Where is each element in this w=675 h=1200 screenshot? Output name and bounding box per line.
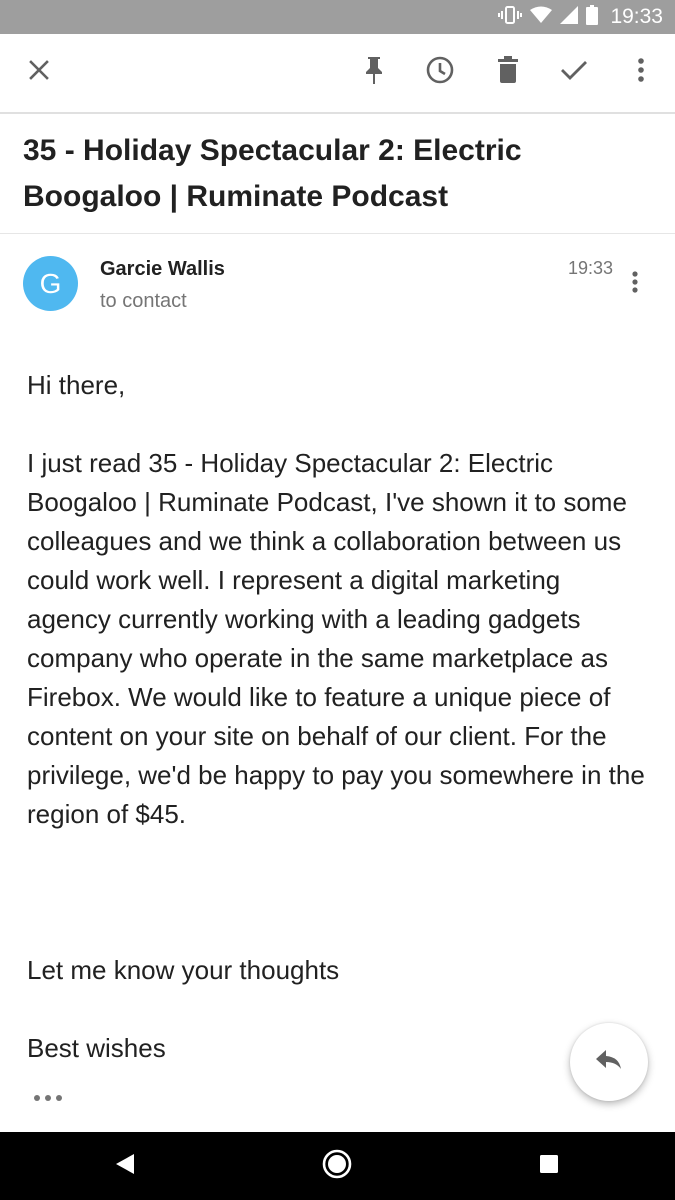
recents-button[interactable] <box>525 1142 573 1190</box>
message-time: 19:33 <box>568 258 614 278</box>
pin-button[interactable] <box>350 48 398 96</box>
show-trimmed-content-button[interactable] <box>34 1090 70 1106</box>
battery-icon <box>586 4 599 30</box>
dot <box>45 1095 51 1101</box>
sender-avatar[interactable]: G <box>23 256 78 311</box>
home-icon <box>321 1148 353 1185</box>
signal-icon <box>560 5 579 29</box>
email-subject: 35 - Holiday Spectacular 2: Electric Boo… <box>23 134 522 213</box>
pin-icon <box>361 55 387 90</box>
divider <box>0 233 675 234</box>
done-icon <box>560 59 588 86</box>
email-signoff: Best wishes <box>27 1033 166 1063</box>
mark-done-button[interactable] <box>550 48 598 96</box>
email-closing: Let me know your thoughts <box>27 955 340 985</box>
navigation-bar <box>0 1132 675 1200</box>
reply-icon <box>596 1049 622 1075</box>
reply-fab[interactable] <box>570 1023 648 1101</box>
close-icon <box>27 58 51 87</box>
back-button[interactable] <box>101 1142 149 1190</box>
delete-icon <box>496 55 520 89</box>
sender-name[interactable]: Garcie Wallis <box>100 258 225 281</box>
snooze-button[interactable] <box>416 48 464 96</box>
message-more-button[interactable] <box>615 262 655 306</box>
wifi-icon <box>530 6 553 29</box>
action-toolbar <box>0 34 675 114</box>
recipient-line[interactable]: to contact <box>100 290 187 313</box>
dot <box>56 1095 62 1101</box>
recents-icon <box>538 1153 560 1180</box>
close-button[interactable] <box>15 48 63 96</box>
snooze-icon <box>425 55 455 90</box>
email-body-paragraph: I just read 35 - Holiday Spectacular 2: … <box>27 448 645 829</box>
delete-button[interactable] <box>484 48 532 96</box>
status-icons: 19:33 <box>498 0 663 34</box>
status-bar: 19:33 <box>0 0 675 34</box>
dot <box>34 1095 40 1101</box>
more-vert-icon <box>637 57 645 88</box>
email-greeting: Hi there, <box>27 370 126 400</box>
vibrate-icon <box>498 5 523 30</box>
home-button[interactable] <box>313 1142 361 1190</box>
more-options-button[interactable] <box>617 48 665 96</box>
back-icon <box>114 1152 136 1181</box>
status-time: 19:33 <box>610 5 663 28</box>
more-vert-icon <box>631 270 639 299</box>
